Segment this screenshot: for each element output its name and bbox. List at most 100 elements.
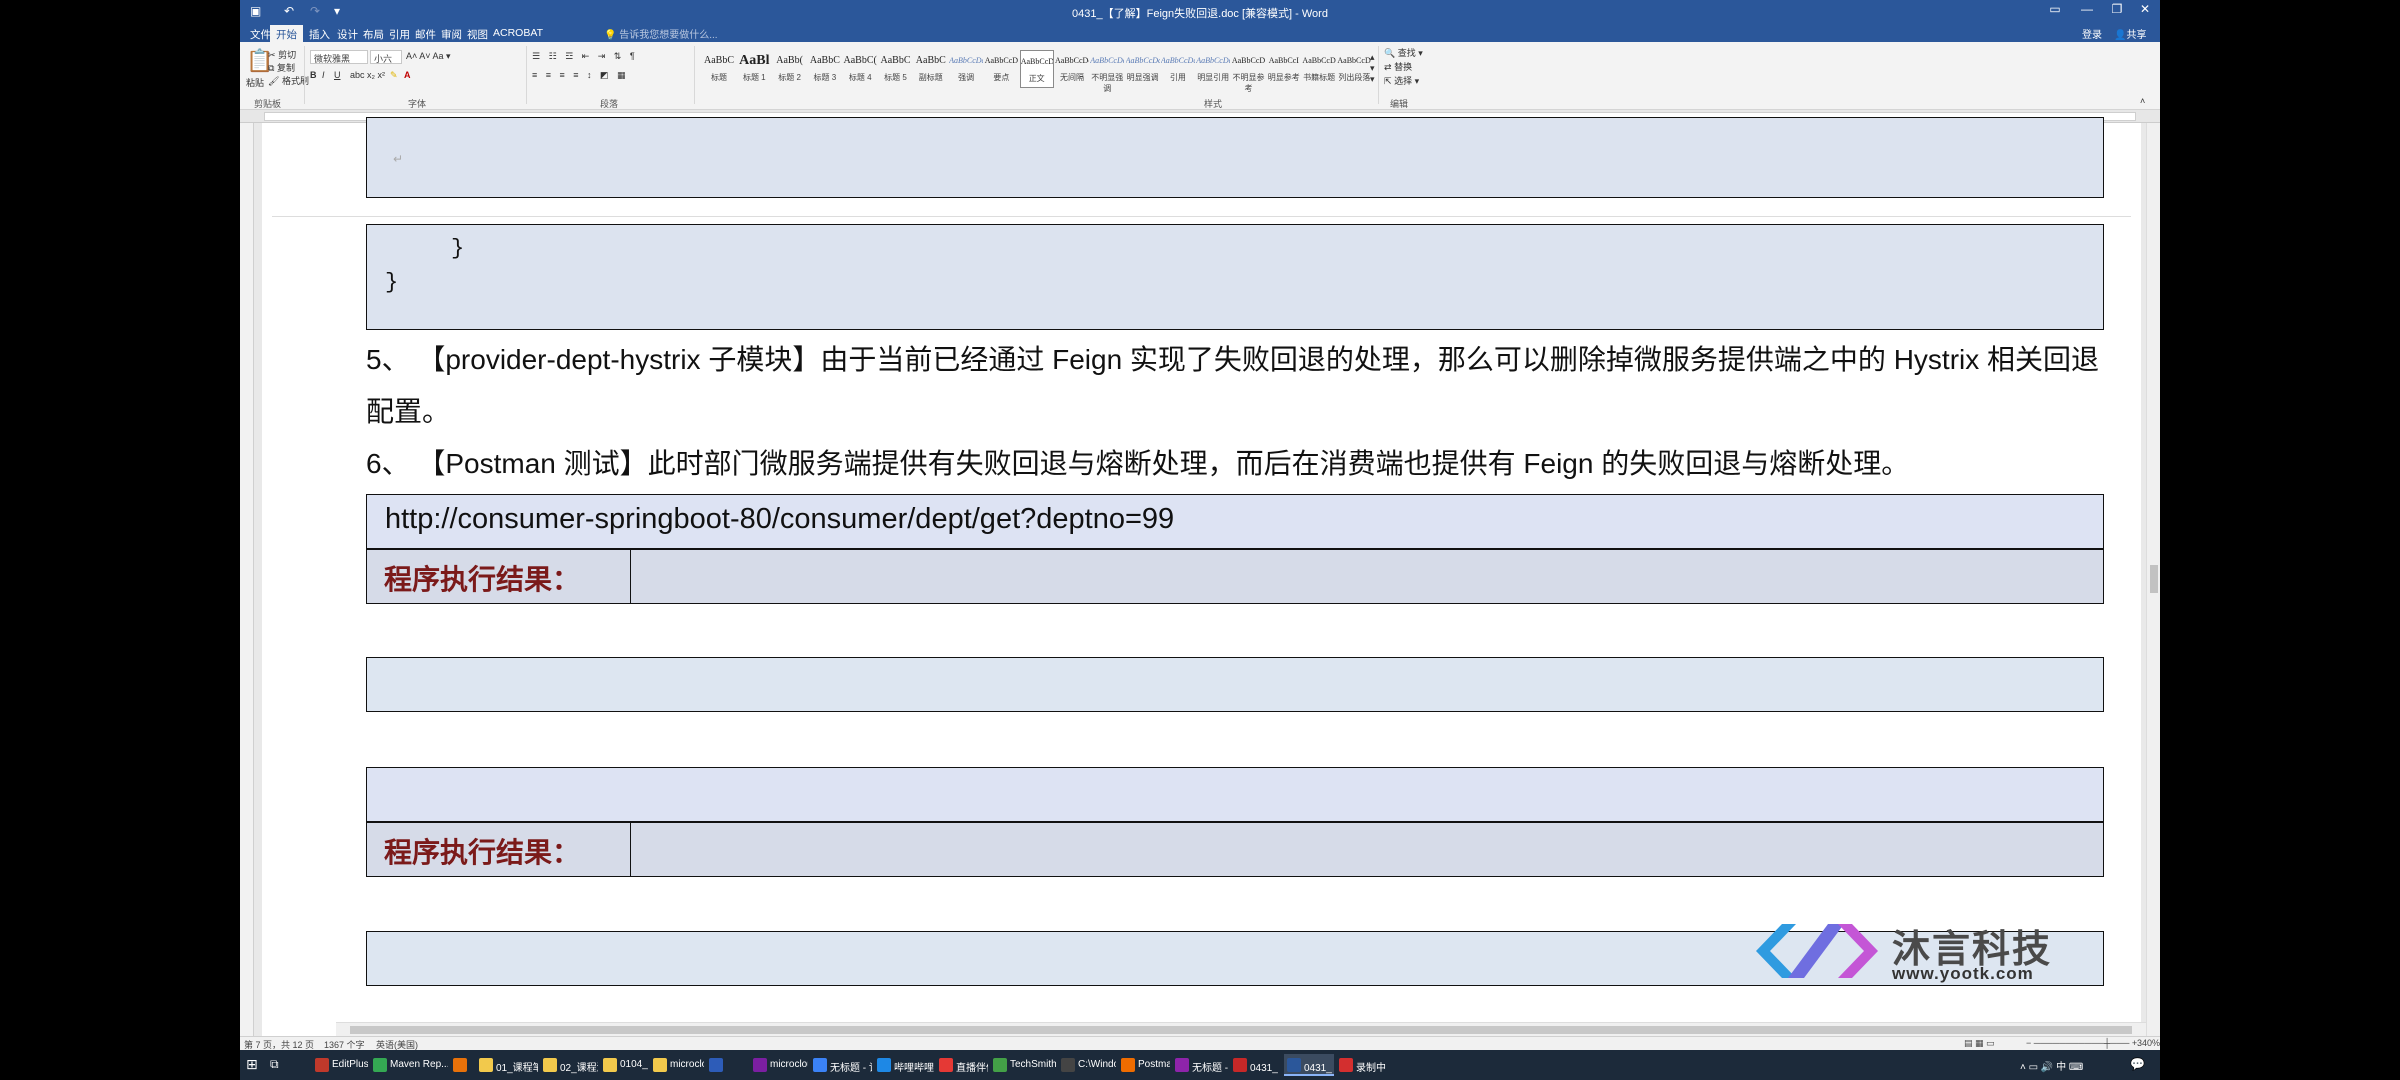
taskbar-app[interactable]: 哔哩哔哩直... (874, 1054, 934, 1076)
taskbar-app[interactable]: microcloud (650, 1054, 704, 1076)
taskbar-app[interactable] (706, 1054, 728, 1076)
minimize-button[interactable]: — (2072, 2, 2102, 16)
style-tile[interactable]: AaBl 标题 1 (737, 50, 771, 88)
view-buttons-icon[interactable]: ▤ ▦ ▭ (1964, 1038, 1995, 1049)
select-button[interactable]: ⇱ 选择 ▾ (1384, 74, 1419, 87)
horizontal-scrollbar[interactable] (336, 1022, 2146, 1036)
app-label: Maven Rep... (390, 1059, 448, 1070)
taskbar-app[interactable]: 0431_【了... (1230, 1054, 1282, 1076)
style-tile[interactable]: AaBb(标题 2 (773, 50, 807, 88)
share-button[interactable]: 👤共享 (2114, 26, 2146, 41)
vertical-scrollbar[interactable] (2146, 123, 2160, 1036)
copy-button[interactable]: ⧉ 复制 (268, 61, 295, 74)
ribbon-display-icon[interactable]: ▭ (2040, 2, 2070, 16)
style-tile[interactable]: AaBbCcDc 强调 (949, 50, 983, 88)
taskbar-app[interactable]: TechSmith ... (990, 1054, 1056, 1076)
style-tile[interactable]: AaBbC 标题 3 (808, 50, 842, 88)
url-row[interactable]: http://consumer-springboot-80/consumer/d… (366, 494, 2104, 549)
vertical-ruler[interactable] (240, 123, 254, 1036)
align-icon[interactable]: ≡ ≡ ≡ ≡ ↕ ◩ ▦ (532, 70, 629, 81)
style-tile[interactable]: AaBbCcD 要点 (984, 50, 1018, 88)
windows-start-icon[interactable]: ⊞ (246, 1056, 258, 1073)
style-tile[interactable]: AaBbCcDc 列出段落 (1337, 50, 1371, 88)
result-row[interactable]: 程序执行结果： (366, 549, 2104, 604)
taskbar-app[interactable]: 0431_【了... (1284, 1054, 1334, 1076)
paragraph-6[interactable]: 6、 【Postman 测试】此时部门微服务端提供有失败回退与熔断处理，而后在消… (366, 438, 2104, 490)
app-icon (653, 1058, 667, 1072)
replace-label: 替换 (1394, 62, 1413, 72)
taskbar-app[interactable]: Postman (1118, 1054, 1170, 1076)
style-tile[interactable]: AaBbCcDc 明显强调 (1126, 50, 1160, 88)
paragraph-5[interactable]: 5、 【provider-dept-hystrix 子模块】由于当前已经通过 F… (366, 334, 2104, 438)
taskbar-app[interactable]: C:\Windows... (1058, 1054, 1116, 1076)
highlight-icon[interactable]: ✎ (390, 70, 398, 81)
taskbar-app[interactable]: 直播伴侣 (936, 1054, 988, 1076)
zoom-slider[interactable]: − ───────────┼─── + (2026, 1038, 2137, 1048)
bullets-icon[interactable]: ☰ ☷ ☲ ⇤ ⇥ ⇅ ¶ (532, 51, 638, 62)
style-tile[interactable]: AaBbCcD 不明显参考 (1232, 50, 1266, 93)
taskbar-app[interactable]: 无标题 - 记... (810, 1054, 872, 1076)
style-tile[interactable]: AaBbCcDc 引用 (1161, 50, 1195, 88)
restore-button[interactable]: ❐ (2102, 2, 2132, 16)
zoom-level[interactable]: 340% (2137, 1038, 2160, 1048)
style-sample: AaBbC( (843, 55, 877, 66)
scroll-thumb[interactable] (2150, 565, 2158, 593)
scroll-thumb-h[interactable] (350, 1026, 2132, 1034)
cut-button[interactable]: ✂ 剪切 (268, 48, 296, 61)
format-painter-button[interactable]: 🖌 格式刷 (268, 74, 309, 87)
style-tile[interactable]: AaBbC 副标题 (914, 50, 948, 88)
find-button[interactable]: 🔍 查找 ▾ (1384, 46, 1423, 59)
result-row-2[interactable]: 程序执行结果： (366, 822, 2104, 877)
taskbar-app[interactable]: 录制中... (1336, 1054, 1386, 1076)
taskbar-app[interactable] (450, 1054, 474, 1076)
style-tile[interactable]: AaBbC 标题 5 (879, 50, 913, 88)
font-name-box[interactable]: 微软雅黑 (310, 50, 368, 64)
empty-box[interactable] (366, 657, 2104, 712)
style-tile[interactable]: AaBbCcDc 不明显强调 (1090, 50, 1124, 93)
login-link[interactable]: 登录 (2082, 26, 2102, 41)
taskbar-app[interactable]: 01_课程笔记 (476, 1054, 538, 1076)
style-tile[interactable]: AaBbCcI 明显参考 (1267, 50, 1301, 88)
document-page[interactable]: ↵ } } 5、 【provider-dept-hystrix 子模块】由于当前… (262, 117, 2141, 1036)
taskbar-app[interactable]: microcloud ... (750, 1054, 808, 1076)
lightbulb-icon: 💡 (604, 30, 617, 41)
strikethrough-icon[interactable]: abc x₂ x² (350, 70, 385, 80)
collapse-ribbon-icon[interactable]: ˄ (2140, 96, 2145, 106)
scissors-icon: ✂ (268, 50, 276, 60)
code-box-braces[interactable]: } } (366, 224, 2104, 330)
font-size-box[interactable]: 小六 (370, 50, 402, 64)
taskbar-app[interactable]: 02_课程源代... (540, 1054, 598, 1076)
taskbar-app[interactable]: 无标题 - 画图 (1172, 1054, 1228, 1076)
notifications-icon[interactable]: 💬 (2130, 1057, 2145, 1071)
paste-button[interactable]: 粘贴 (246, 76, 264, 89)
tray-icons[interactable]: ˄ ▭ 🔊 中 ⌨ (2020, 1058, 2083, 1073)
font-color-icon[interactable]: A (404, 70, 411, 80)
title-bar: ▣ ↶ ↷ ▾ 0431_【了解】Feign失败回退.doc [兼容模式] - … (240, 0, 2160, 23)
taskbar-app[interactable]: Maven Rep... (370, 1054, 448, 1076)
style-tile[interactable]: AaBbCcDc 正文 (1019, 50, 1054, 88)
bold-button[interactable]: B (310, 70, 317, 80)
style-tile[interactable]: AaBbC 标题 (702, 50, 736, 88)
app-label: EditPlus - [... (332, 1059, 368, 1070)
italic-button[interactable]: I (322, 70, 325, 80)
result-value[interactable] (631, 550, 2103, 603)
replace-button[interactable]: ⇄ 替换 (1384, 60, 1412, 73)
style-tile[interactable]: AaBbCcDc 无间隔 (1055, 50, 1089, 88)
underline-button[interactable]: U (334, 70, 341, 80)
taskbar-app[interactable]: EditPlus - [... (312, 1054, 368, 1076)
tab-home[interactable]: 开始 (270, 25, 303, 42)
styles-more-icon[interactable]: ▴ ▾ ▾ (1370, 52, 1375, 85)
tell-me-box[interactable]: 💡 告诉我您想要做什么... (604, 26, 718, 41)
style-tile[interactable]: AaBbC(标题 4 (843, 50, 877, 88)
task-view-icon[interactable]: ⧉ (270, 1057, 279, 1072)
grow-font-icon[interactable]: A˄ A˅ Aa ▾ (406, 51, 451, 62)
code-box[interactable]: ↵ (366, 117, 2104, 198)
style-tile[interactable]: AaBbCcDc 明显引用 (1196, 50, 1230, 88)
taskbar-app[interactable]: 0104_Sprin... (600, 1054, 648, 1076)
url-row-2[interactable] (366, 767, 2104, 822)
word-window: ▣ ↶ ↷ ▾ 0431_【了解】Feign失败回退.doc [兼容模式] - … (240, 0, 2160, 1080)
style-tile[interactable]: AaBbCcD 书籍标题 (1302, 50, 1336, 88)
close-button[interactable]: ✕ (2130, 2, 2160, 16)
result-value-2[interactable] (631, 823, 2103, 876)
tab-acrobat[interactable]: ACROBAT (487, 25, 549, 42)
